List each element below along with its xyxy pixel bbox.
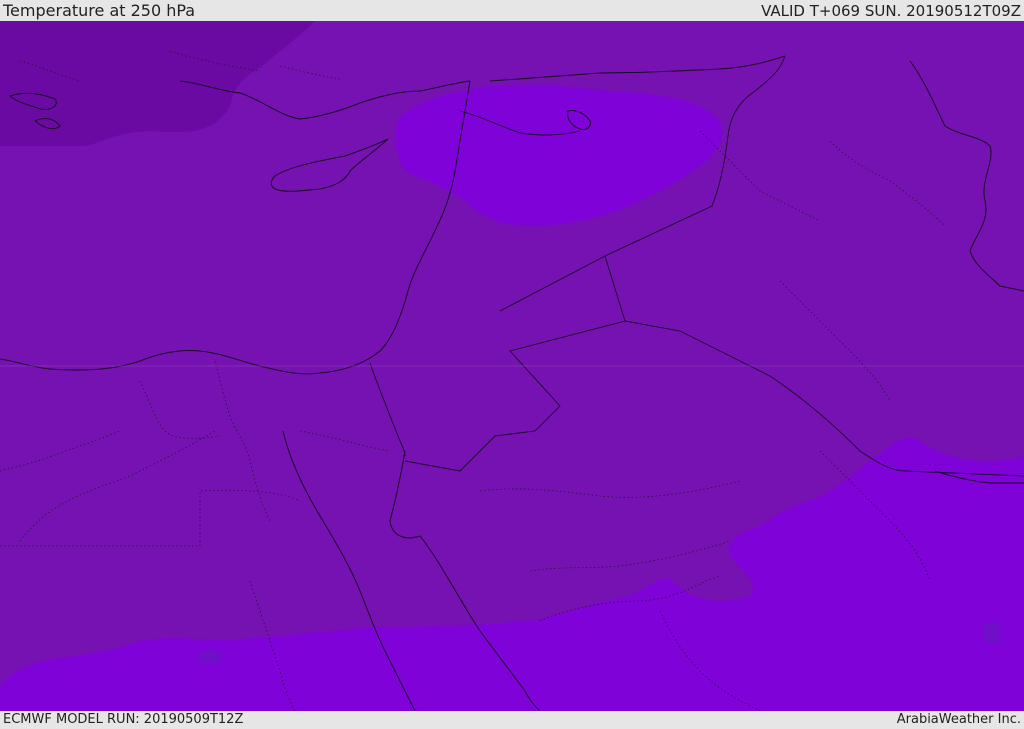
warm-blob-sahara	[198, 650, 222, 664]
map-figure: Temperature at 250 hPa VALID T+069 SUN. …	[0, 0, 1024, 729]
model-run: ECMWF MODEL RUN: 20190509T12Z	[3, 712, 244, 727]
temperature-map	[0, 21, 1024, 711]
map-header: Temperature at 250 hPa VALID T+069 SUN. …	[0, 0, 1024, 21]
map-footer: ECMWF MODEL RUN: 20190509T12Z ArabiaWeat…	[0, 711, 1024, 729]
map-canvas[interactable]	[0, 21, 1024, 711]
map-title: Temperature at 250 hPa	[3, 1, 196, 20]
valid-time: VALID T+069 SUN. 20190512T09Z	[761, 2, 1021, 20]
credit: ArabiaWeather Inc.	[896, 712, 1021, 727]
warm-blob-east	[983, 621, 1001, 645]
